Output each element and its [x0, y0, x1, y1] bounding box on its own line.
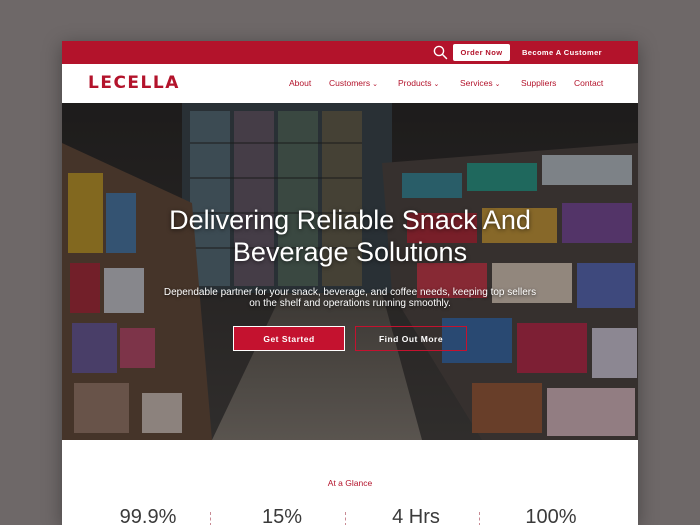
chevron-down-icon: ⌄	[494, 81, 501, 88]
become-a-customer-link[interactable]: Become A Customer	[517, 44, 607, 61]
nav-item-label: Products	[398, 78, 432, 88]
nav-item-contact[interactable]: Contact	[574, 78, 603, 88]
nav-item-label: Suppliers	[521, 78, 557, 88]
glance-heading: At a Glance	[327, 478, 373, 488]
order-now-button[interactable]: Order Now	[453, 44, 510, 61]
find-out-more-button[interactable]: Find Out More	[355, 326, 467, 351]
nav-item-products[interactable]: Products ⌄	[398, 78, 439, 88]
nav-item-customers[interactable]: Customers ⌄	[329, 78, 378, 88]
stat-divider	[345, 512, 346, 525]
hero-subtitle: Dependable partner for your snack, bever…	[163, 287, 537, 309]
chevron-down-icon: ⌄	[433, 81, 440, 88]
top-utility-bar: Order Now Become A Customer	[62, 41, 638, 64]
nav-item-label: Services	[460, 78, 493, 88]
hero-store-aisle-image	[62, 103, 638, 440]
stat-divider	[210, 512, 211, 525]
lecella-logo[interactable]: LECELLA	[88, 73, 180, 93]
browser-page: Order Now Become A Customer LECELLA Abou…	[62, 41, 638, 525]
stat-value: 99.9%	[119, 506, 177, 525]
hero-title-line2: Beverage Solutions	[232, 237, 468, 267]
get-started-button[interactable]: Get Started	[233, 326, 345, 351]
site-header: LECELLA About Customers ⌄ Products ⌄ Servi…	[62, 64, 638, 103]
nav-item-services[interactable]: Services ⌄	[460, 78, 500, 88]
stat-value: 4 Hrs	[392, 506, 440, 525]
hero-title: Delivering Reliable Snack And Beverage S…	[62, 204, 638, 268]
stat-value: 15%	[261, 506, 303, 525]
hero-section: Delivering Reliable Snack And Beverage S…	[62, 103, 638, 440]
nav-item-label: Customers	[329, 78, 371, 88]
search-icon[interactable]	[433, 45, 448, 60]
stat-divider	[479, 512, 480, 525]
nav-item-suppliers[interactable]: Suppliers	[521, 78, 556, 88]
stat-value: 100%	[525, 506, 577, 525]
hero-title-line1: Delivering Reliable Snack And	[169, 205, 531, 235]
chevron-down-icon: ⌄	[372, 81, 378, 88]
at-a-glance-section: At a Glance 99.9% 15% 4 Hrs 100%	[62, 440, 638, 525]
nav-item-about[interactable]: About	[289, 78, 311, 88]
nav-item-label: About	[289, 78, 312, 88]
nav-item-label: Contact	[574, 78, 604, 88]
